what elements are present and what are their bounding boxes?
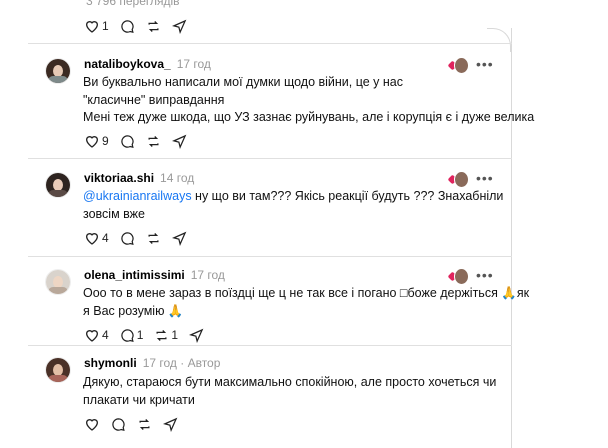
repost-button[interactable]	[146, 19, 161, 34]
heart-icon	[85, 330, 99, 342]
repost-icon	[148, 20, 159, 32]
repost-count: 1	[171, 328, 179, 342]
repost-icon	[156, 329, 167, 341]
divider	[28, 256, 512, 257]
author-label: · Автор	[180, 356, 221, 370]
comment-icon	[121, 328, 134, 342]
share-icon	[171, 231, 187, 246]
comment-line: Дякую, стараюся бути максимально спокійн…	[83, 375, 497, 389]
like-button[interactable]: 9	[84, 133, 109, 149]
comment-text: Дякую, стараюся бути максимально спокійн…	[83, 374, 496, 409]
mention-link[interactable]: @ukrainianrailways	[83, 189, 192, 203]
comment-line: я Вас розумію 🙏	[83, 303, 184, 318]
timestamp: 17 год	[176, 57, 211, 71]
repost-button[interactable]: 1	[154, 328, 178, 343]
share-icon	[171, 19, 187, 34]
views-count: 3 796 переглядів	[86, 0, 180, 8]
comment-button[interactable]: 1	[120, 328, 144, 343]
comment-text: Ооо то в мене зараз в поїздці ще ц не та…	[83, 285, 529, 320]
share-button[interactable]	[171, 134, 187, 149]
comment-header: viktoriaa.shi 14 год	[84, 171, 194, 185]
timestamp: 17 год	[142, 356, 177, 370]
comment-actions: 4	[84, 228, 198, 248]
repost-button[interactable]	[146, 134, 161, 149]
comment-icon	[121, 231, 134, 245]
liked-by-avatar	[447, 267, 469, 285]
comment-actions: 4 1 1	[84, 325, 215, 345]
comment-icon	[121, 134, 134, 148]
username[interactable]: shymonli	[84, 356, 137, 370]
like-count: 4	[102, 328, 109, 342]
username[interactable]: viktoriaa.shi	[84, 171, 154, 185]
share-icon	[163, 417, 178, 432]
comment-line: зовсім вже	[83, 206, 145, 221]
comment-line: @ukrainianrailways ну що ви там??? Якісь…	[83, 188, 503, 206]
username[interactable]: olena_intimissimi	[84, 268, 185, 282]
like-button[interactable]	[84, 416, 100, 432]
share-button[interactable]	[171, 231, 187, 246]
comment-line: Ви буквально написали мої думки щодо вій…	[83, 75, 403, 89]
more-icon[interactable]: •••	[476, 56, 494, 72]
like-button[interactable]: 4	[84, 230, 109, 246]
comment-count: 1	[136, 328, 144, 342]
timestamp: 17 год	[190, 268, 225, 282]
repost-button[interactable]	[146, 231, 161, 246]
repost-button[interactable]	[137, 417, 152, 432]
heart-icon	[85, 136, 99, 148]
username[interactable]: nataliboykova_	[84, 57, 171, 71]
comment-header: shymonli 17 год · Автор	[84, 356, 220, 370]
more-icon[interactable]: •••	[476, 267, 494, 283]
comment-line: плакати чи кричати	[83, 392, 195, 407]
comment-actions	[84, 414, 189, 434]
repost-icon	[148, 232, 159, 244]
heart-icon	[85, 233, 99, 245]
comment-actions: 9	[84, 131, 198, 151]
comment-text: Ви буквально написали мої думки щодо вій…	[83, 74, 534, 127]
share-icon	[171, 134, 187, 149]
liked-by-avatar	[447, 170, 469, 188]
comment-button[interactable]	[120, 231, 135, 246]
comment-header: nataliboykova_ 17 год	[84, 57, 211, 71]
more-icon[interactable]: •••	[476, 170, 494, 186]
timestamp: 14 год	[160, 171, 195, 185]
divider	[28, 158, 512, 159]
like-count: 4	[102, 231, 109, 245]
comment-line: Ооо то в мене зараз в поїздці ще ц не та…	[83, 286, 530, 300]
divider	[28, 43, 512, 44]
comment-button[interactable]	[120, 19, 135, 34]
comment-header: olena_intimissimi 17 год	[84, 268, 225, 282]
comment-line: "класичне" виправдання	[83, 92, 225, 107]
share-icon	[189, 328, 204, 343]
divider	[28, 345, 512, 346]
avatar[interactable]	[45, 269, 71, 295]
repost-icon	[148, 135, 159, 147]
heart-icon	[85, 21, 99, 33]
comment-icon	[112, 417, 125, 431]
comment-line-rest: ну що ви там??? Якісь реакції будуть ???…	[191, 189, 504, 203]
avatar[interactable]	[45, 172, 71, 198]
avatar[interactable]	[45, 58, 71, 84]
comment-button[interactable]	[120, 134, 135, 149]
comment-line: Мені теж дуже шкода, що УЗ зазнає руйнув…	[83, 110, 535, 124]
like-button[interactable]: 4	[84, 327, 109, 343]
comment-button[interactable]	[111, 417, 126, 432]
like-button[interactable]: 1	[84, 18, 109, 34]
repost-icon	[139, 418, 150, 430]
liked-by-avatar	[447, 56, 469, 74]
heart-icon	[85, 419, 99, 431]
panel-corner	[487, 28, 511, 52]
post-actions: 1	[84, 16, 198, 36]
share-button[interactable]	[163, 417, 178, 432]
like-count: 9	[102, 134, 109, 148]
comment-text: @ukrainianrailways ну що ви там??? Якісь…	[83, 188, 503, 223]
comment-icon	[121, 19, 134, 33]
avatar[interactable]	[45, 357, 71, 383]
like-count: 1	[102, 19, 109, 33]
share-button[interactable]	[189, 328, 204, 343]
share-button[interactable]	[171, 19, 187, 34]
